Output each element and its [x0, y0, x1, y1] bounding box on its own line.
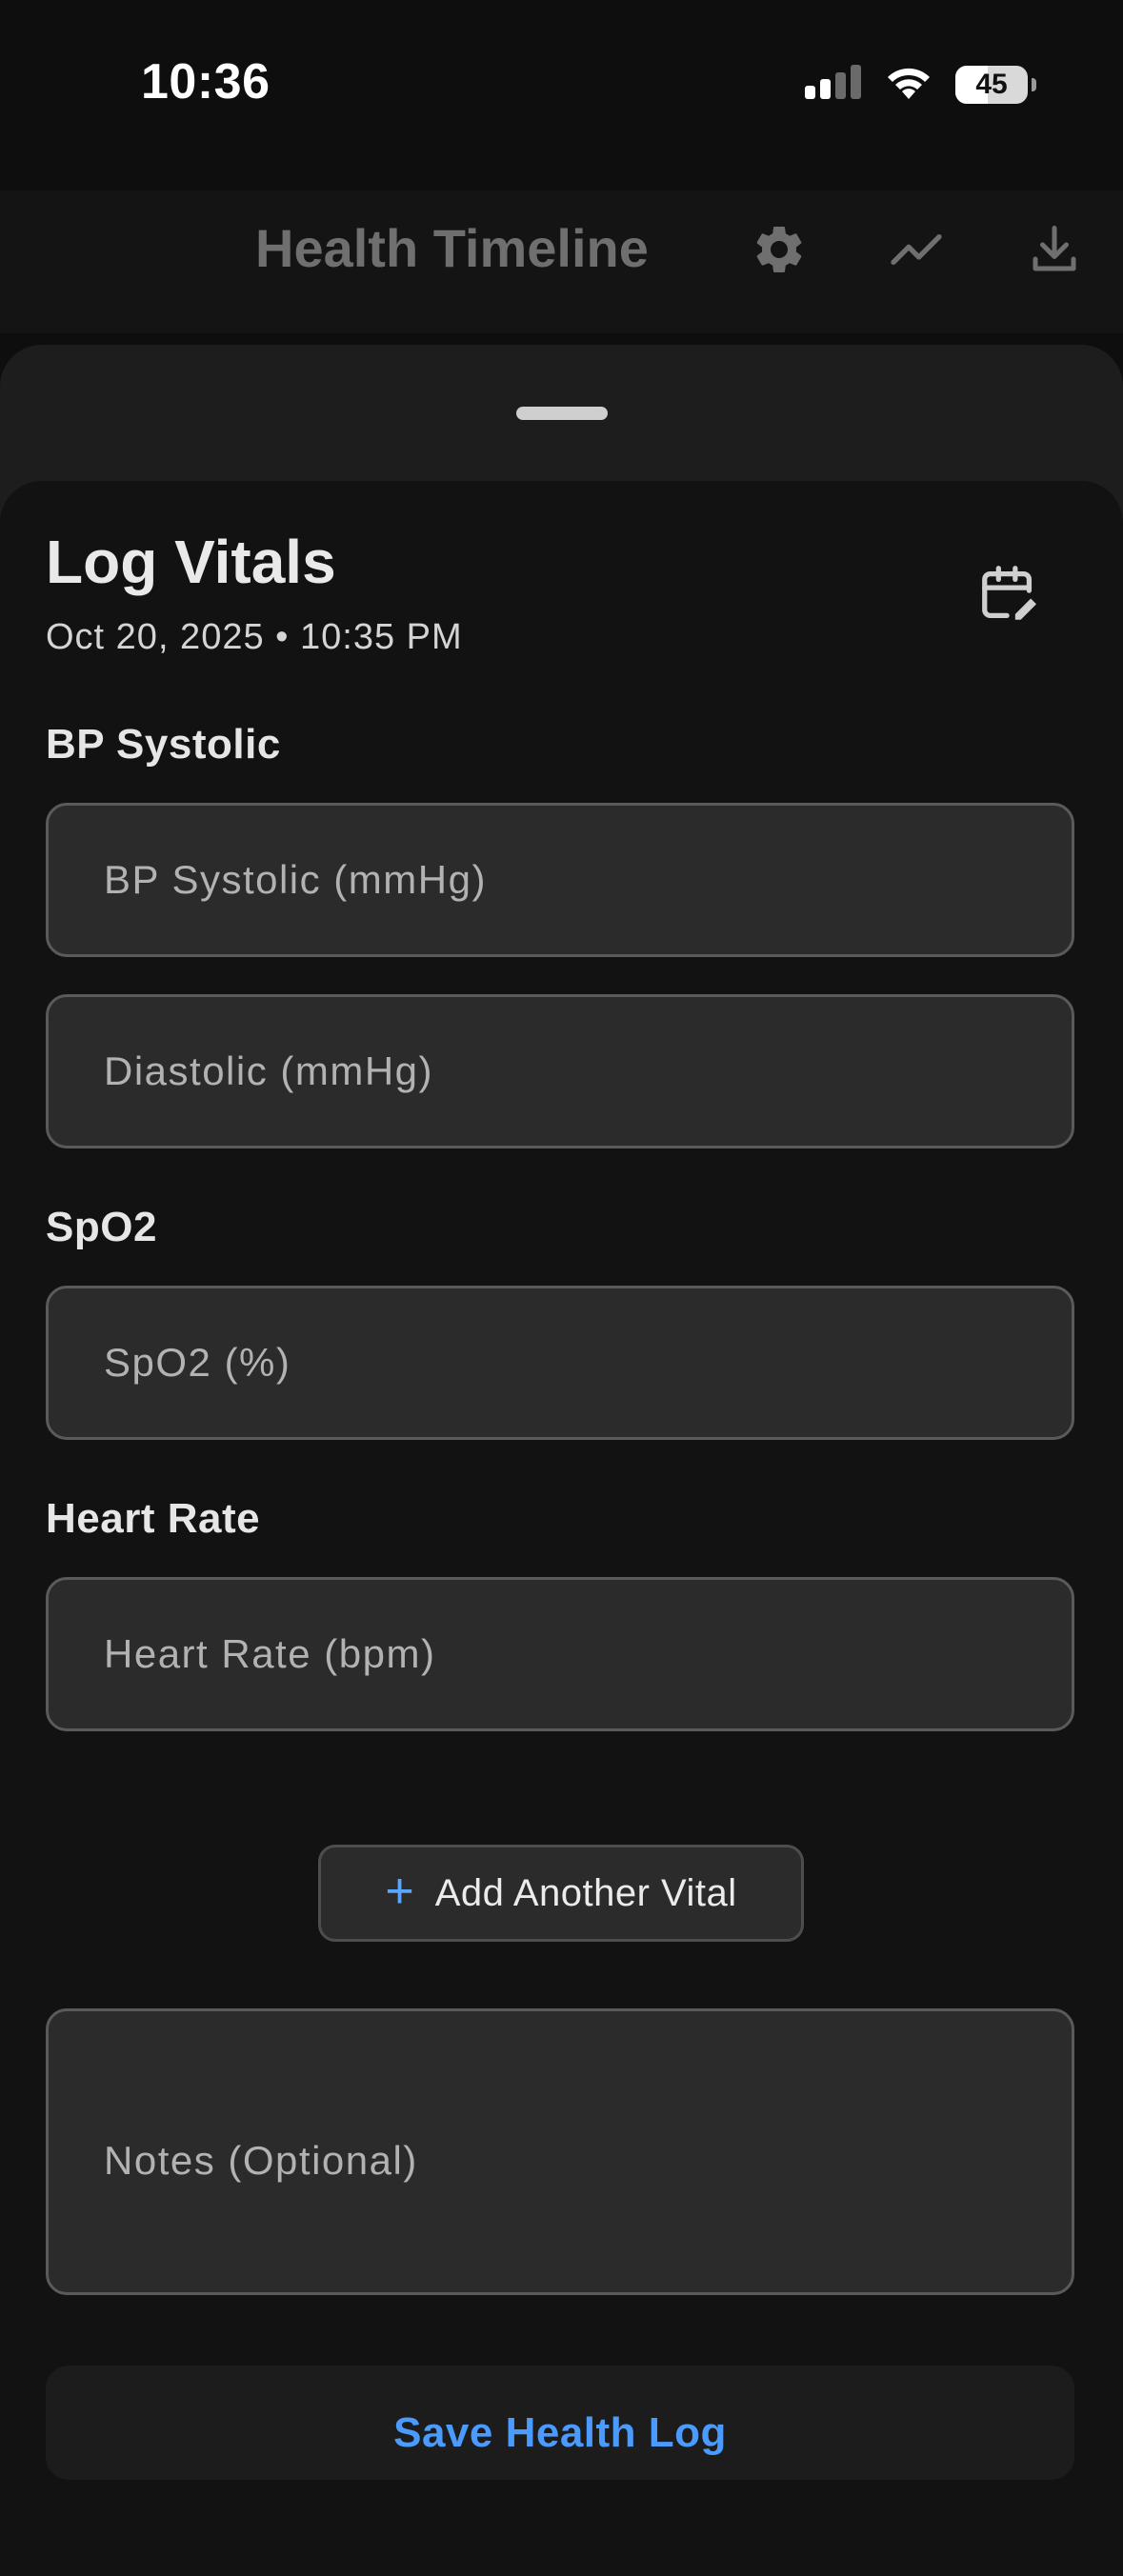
wifi-icon: [883, 63, 934, 106]
battery-percentage: 45: [975, 68, 1008, 100]
status-time: 10:36: [141, 54, 271, 110]
save-health-log-label: Save Health Log: [393, 2409, 727, 2456]
heart-rate-field[interactable]: [46, 1577, 1074, 1731]
download-icon[interactable]: [1024, 219, 1085, 280]
bp-diastolic-input[interactable]: [49, 997, 1072, 1146]
notes-input[interactable]: [49, 2011, 1072, 2292]
status-icons: 45: [805, 63, 1036, 106]
bp-diastolic-field[interactable]: [46, 994, 1074, 1148]
heart-rate-input[interactable]: [49, 1580, 1072, 1728]
bp-section-label: BP Systolic: [46, 721, 281, 768]
plus-icon: +: [385, 1864, 414, 1919]
app-title: Health Timeline: [255, 218, 649, 278]
add-another-vital-label: Add Another Vital: [434, 1871, 737, 1914]
app-header: Health Timeline: [0, 190, 1123, 333]
trend-line-icon[interactable]: [886, 219, 947, 280]
battery-icon: 45: [955, 65, 1036, 104]
spo2-section-label: SpO2: [46, 1204, 157, 1250]
spo2-input[interactable]: [49, 1288, 1072, 1437]
sheet-datetime: Oct 20, 2025 • 10:35 PM: [46, 617, 463, 657]
add-another-vital-button[interactable]: + Add Another Vital: [318, 1845, 804, 1942]
calendar-edit-button[interactable]: [972, 557, 1048, 633]
bp-systolic-input[interactable]: [49, 806, 1072, 954]
status-bar: 10:36 45: [0, 0, 1123, 162]
bp-systolic-field[interactable]: [46, 803, 1074, 957]
gear-icon[interactable]: [749, 219, 810, 280]
cellular-signal-icon: [805, 65, 862, 104]
spo2-field[interactable]: [46, 1286, 1074, 1440]
notes-field[interactable]: [46, 2008, 1074, 2295]
calendar-edit-icon: [976, 560, 1043, 631]
save-health-log-button[interactable]: Save Health Log: [46, 2366, 1074, 2480]
heart-rate-section-label: Heart Rate: [46, 1495, 261, 1542]
sheet-title: Log Vitals: [46, 528, 336, 596]
sheet-drag-handle[interactable]: [516, 407, 608, 420]
